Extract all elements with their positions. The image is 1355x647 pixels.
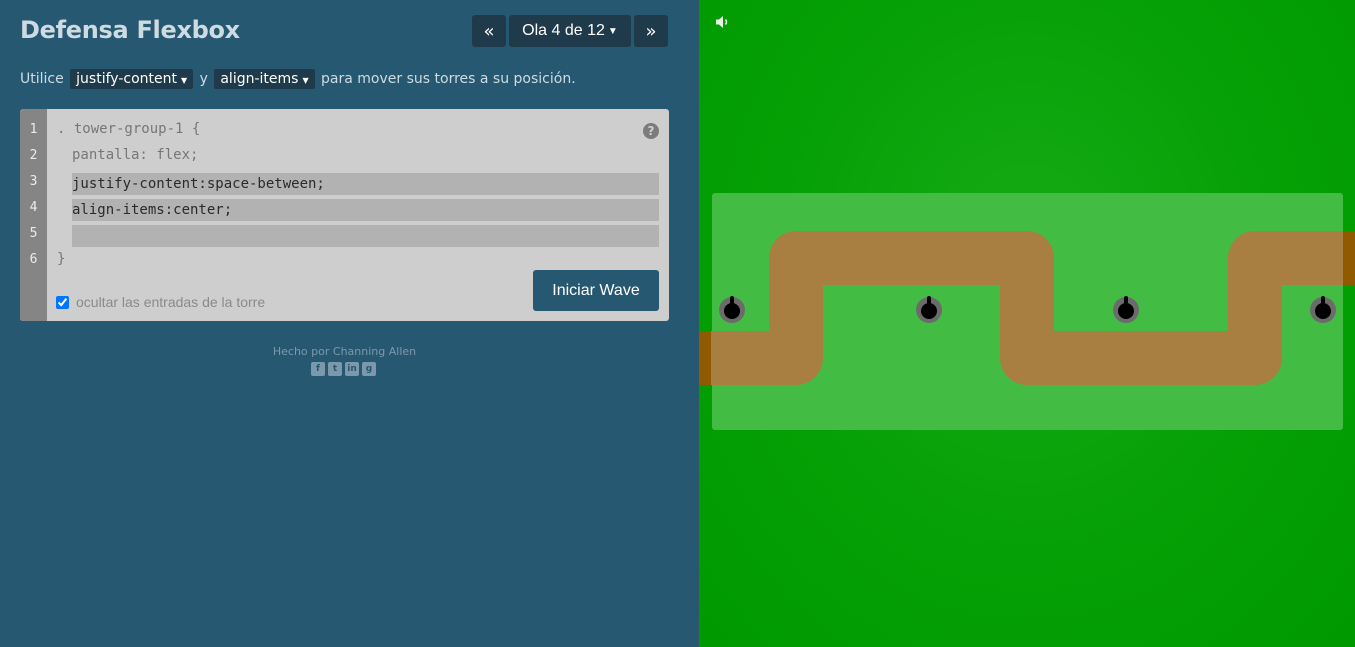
css-editor: 1 2 3 4 5 6 . tower-group-1 { pantalla: … <box>20 109 669 321</box>
line-number: 4 <box>29 200 38 215</box>
instructions: Utilice justify-content ▼ y align-items ▼ … <box>20 69 576 89</box>
hide-tower-inputs-label: ocultar las entradas de la torre <box>76 294 266 310</box>
game-field <box>699 193 1355 430</box>
social-links: f t in g <box>311 362 376 376</box>
enemy-path <box>699 231 1355 385</box>
path-exit <box>1343 231 1355 285</box>
property-dropdown-justify-content[interactable]: justify-content ▼ <box>70 69 194 89</box>
line-number: 5 <box>29 226 38 241</box>
line-number: 6 <box>29 252 38 267</box>
instructions-middle: y <box>199 71 208 87</box>
caret-down-icon: ▼ <box>607 25 618 37</box>
app-title: Defensa Flexbox <box>20 16 240 44</box>
property-name: justify-content <box>76 71 177 87</box>
hide-tower-inputs-option[interactable]: ocultar las entradas de la torre <box>56 294 265 310</box>
line-number: 2 <box>29 148 38 163</box>
instructions-after: para mover sus torres a su posición. <box>321 71 576 87</box>
line-number: 1 <box>29 122 38 137</box>
facebook-icon[interactable]: f <box>311 362 325 376</box>
hide-tower-inputs-checkbox[interactable] <box>56 295 69 309</box>
caret-down-icon: ▼ <box>302 76 309 85</box>
github-icon[interactable]: g <box>362 362 376 376</box>
game-board <box>699 0 1355 647</box>
css-input-line-4[interactable]: align-items:center; <box>72 199 659 221</box>
level-label: Ola 4 de 12 <box>522 22 605 39</box>
level-select-button[interactable]: Ola 4 de 12 ▼ <box>509 15 631 47</box>
line-number-gutter: 1 2 3 4 5 6 <box>20 109 47 321</box>
linkedin-icon[interactable]: in <box>345 362 359 376</box>
level-navigation: « Ola 4 de 12 ▼ » <box>472 15 668 47</box>
code-display-line: pantalla: flex; <box>72 147 199 163</box>
property-dropdown-align-items[interactable]: align-items ▼ <box>214 69 315 89</box>
css-input-line-5[interactable] <box>72 225 659 247</box>
twitter-icon[interactable]: t <box>328 362 342 376</box>
css-input-line-3[interactable]: justify-content:space-between; <box>72 173 659 195</box>
caret-down-icon: ▼ <box>180 76 188 85</box>
start-wave-button[interactable]: Iniciar Wave <box>533 270 659 311</box>
path-entrance <box>699 331 711 385</box>
instructions-before: Utilice <box>20 71 64 87</box>
code-selector-line: . tower-group-1 { <box>57 121 201 137</box>
previous-level-button[interactable]: « <box>472 15 506 47</box>
next-level-button[interactable]: » <box>634 15 668 47</box>
double-chevron-left-icon: « <box>483 20 495 42</box>
code-closing-brace: } <box>57 251 66 267</box>
line-number: 3 <box>29 174 38 189</box>
editor-panel: Defensa Flexbox « Ola 4 de 12 ▼ » Utilic… <box>0 0 699 647</box>
help-icon[interactable]: ? <box>643 123 659 139</box>
property-name: align-items <box>220 71 299 87</box>
credit-text: Hecho por Channing Allen <box>272 345 417 358</box>
double-chevron-right-icon: » <box>645 20 657 42</box>
